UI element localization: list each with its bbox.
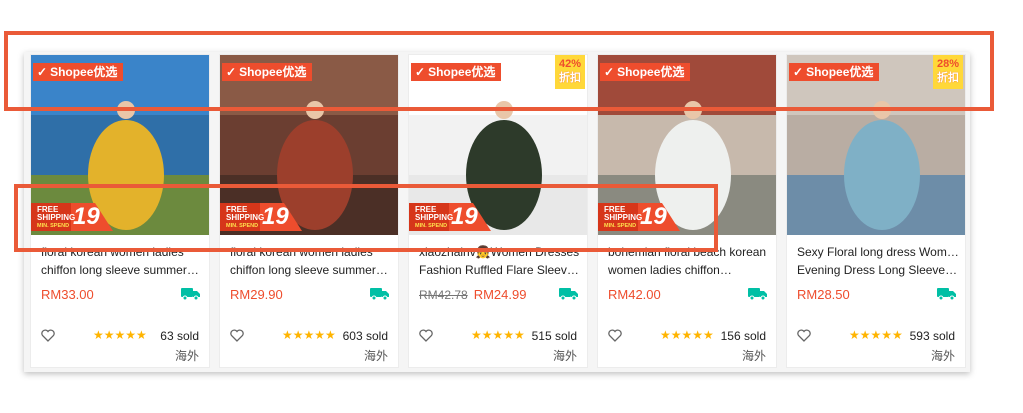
- truck-icon: [181, 288, 200, 301]
- heart-icon[interactable]: [608, 329, 622, 342]
- product-title-line2: women ladies chiffon…: [608, 263, 732, 277]
- ship-origin: 海外: [363, 349, 388, 363]
- sold-count: 593 sold: [909, 329, 955, 343]
- truck-icon: [748, 288, 767, 301]
- product-title[interactable]: Sexy Floral long dress Women Evening Dre…: [797, 243, 959, 279]
- product-price: RM42.78 RM24.99: [419, 287, 526, 302]
- sold-count: 156 sold: [720, 329, 766, 343]
- rating-stars: ★★★★★: [282, 328, 336, 342]
- sold-count: 515 sold: [531, 329, 577, 343]
- product-price: RM28.50: [797, 287, 850, 302]
- product-title-line2: Fashion Ruffled Flare Sleeve…: [419, 263, 581, 277]
- rating-stars: ★★★★★: [471, 328, 525, 342]
- product-title-line2: Evening Dress Long Sleeve…: [797, 263, 958, 277]
- product-title-line2: chiffon long sleeve summer…: [41, 263, 199, 277]
- ship-origin: 海外: [741, 349, 766, 363]
- rating-stars: ★★★★★: [93, 328, 147, 342]
- sold-count: 603 sold: [342, 329, 388, 343]
- ship-origin: 海外: [552, 349, 577, 363]
- sale-price: RM24.99: [473, 287, 527, 302]
- heart-icon[interactable]: [419, 329, 433, 342]
- sold-count: 63 sold: [160, 329, 199, 343]
- highlight-box-free-shipping: [14, 184, 718, 252]
- sale-price: RM33.00: [41, 287, 94, 302]
- ship-origin: 海外: [930, 349, 955, 363]
- rating-stars: ★★★★★: [660, 328, 714, 342]
- truck-icon: [937, 288, 956, 301]
- sale-price: RM29.90: [230, 287, 283, 302]
- truck-icon: [559, 288, 578, 301]
- heart-icon[interactable]: [230, 329, 244, 342]
- highlight-box-badges: [4, 31, 994, 111]
- truck-icon: [370, 288, 389, 301]
- product-title-line1: Sexy Floral long dress Women: [797, 245, 959, 259]
- heart-icon[interactable]: [797, 329, 811, 342]
- sale-price: RM42.00: [608, 287, 661, 302]
- product-title-line2: chiffon long sleeve summer…: [230, 263, 388, 277]
- heart-icon[interactable]: [41, 329, 55, 342]
- original-price: RM42.78: [419, 288, 468, 302]
- product-price: RM33.00: [41, 287, 94, 302]
- sale-price: RM28.50: [797, 287, 850, 302]
- product-price: RM29.90: [230, 287, 283, 302]
- rating-stars: ★★★★★: [849, 328, 903, 342]
- ship-origin: 海外: [174, 349, 199, 363]
- product-price: RM42.00: [608, 287, 661, 302]
